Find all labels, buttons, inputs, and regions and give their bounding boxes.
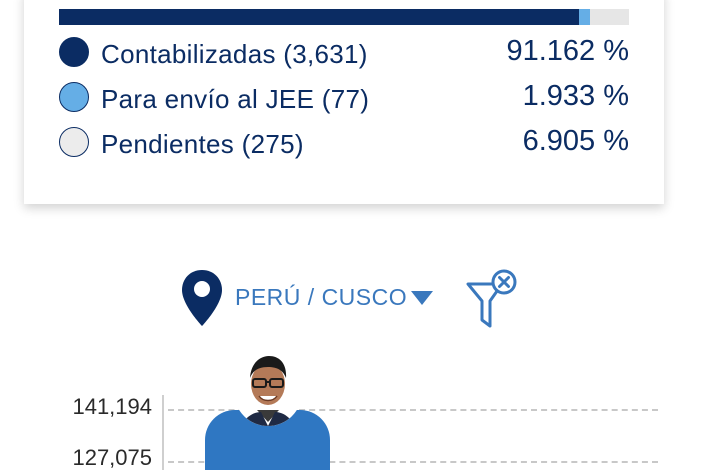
legend-item-contabilizadas: Contabilizadas (3,631) 91.162 %: [59, 35, 629, 69]
progress-bar: [59, 9, 629, 25]
legend-item-pendientes: Pendientes (275) 6.905 %: [59, 125, 629, 159]
legend-item-para-envio-jee: Para envío al JEE (77) 1.933 %: [59, 80, 629, 114]
legend-percent: 91.162 %: [506, 35, 629, 67]
filter-clear-icon: [465, 269, 521, 334]
legend-percent: 1.933 %: [522, 80, 629, 112]
y-axis: [162, 395, 164, 470]
legend-label: Pendientes (275): [101, 129, 304, 159]
map-pin-icon: [180, 268, 224, 333]
progress-segment-contabilizadas: [59, 9, 579, 25]
legend-label: Para envío al JEE (77): [101, 84, 370, 114]
legend-percent: 6.905 %: [522, 125, 629, 157]
results-bar-chart: 141,194 127,075: [0, 340, 704, 470]
candidate-avatar[interactable]: [233, 348, 303, 438]
y-tick-label: 127,075: [72, 445, 152, 470]
location-label: PERÚ / CUSCO: [235, 284, 408, 310]
legend-label: Contabilizadas (3,631): [101, 39, 368, 69]
y-tick-label: 141,194: [72, 394, 152, 419]
filter-clear-button[interactable]: [465, 268, 521, 335]
legend-dot-para-envio-jee: [59, 82, 89, 112]
progress-segment-pendientes: [589, 9, 629, 25]
caret-down-icon[interactable]: [410, 290, 434, 311]
legend-dot-pendientes: [59, 127, 89, 157]
legend-dot-contabilizadas: [59, 37, 89, 67]
progress-segment-para-envio-jee: [578, 9, 590, 25]
